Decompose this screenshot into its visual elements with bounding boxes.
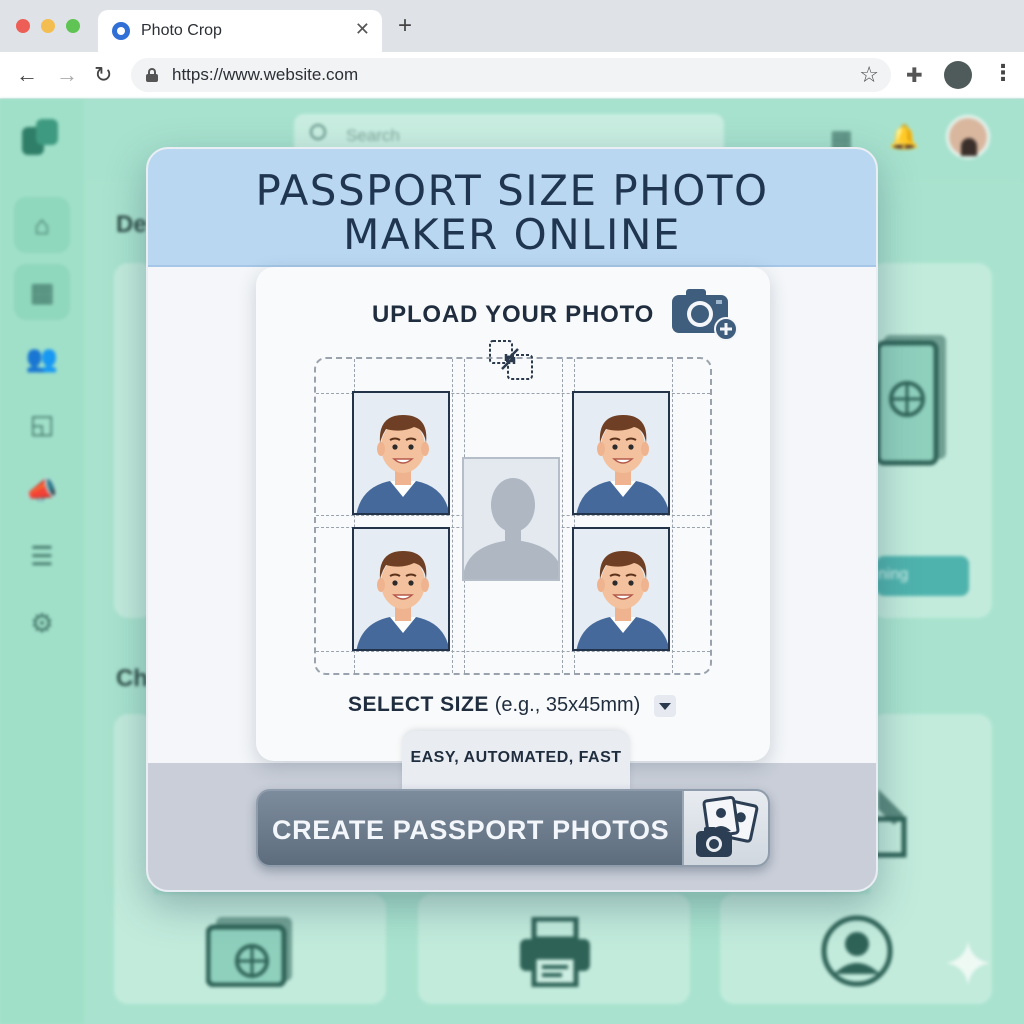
megaphone-icon[interactable]: 📣: [14, 462, 70, 518]
modal-title: PASSPORT SIZE PHOTO MAKER ONLINE: [148, 169, 876, 257]
back-button[interactable]: ←: [16, 62, 38, 88]
browser-tabbar: Photo Crop ✕ +: [0, 0, 1024, 52]
browser-tab[interactable]: Photo Crop ✕: [98, 10, 382, 52]
crop-icon[interactable]: ◱: [14, 396, 70, 452]
tagline: EASY, AUTOMATED, FAST: [410, 749, 622, 766]
passport-photo-modal: PASSPORT SIZE PHOTO MAKER ONLINE UPLOAD …: [146, 147, 878, 892]
camera-add-icon[interactable]: [670, 285, 738, 341]
users-icon[interactable]: 👥: [14, 330, 70, 386]
window-maximize-button[interactable]: [66, 19, 80, 33]
passport-photo[interactable]: [352, 527, 450, 651]
size-label: SELECT SIZE: [348, 693, 489, 716]
passport-icon: [876, 335, 946, 466]
section-heading-2: Ch: [116, 665, 148, 692]
edit-icon: [874, 789, 907, 858]
browser-toolbar: ← → ↻ https://www.website.com ☆: [0, 52, 1024, 99]
title-line-2: MAKER ONLINE: [343, 210, 681, 259]
url-text[interactable]: https://www.website.com: [172, 65, 358, 85]
create-passport-photos-button[interactable]: CREATE PASSPORT PHOTOS: [256, 789, 770, 867]
forward-button[interactable]: →: [56, 62, 78, 88]
search-placeholder: Search: [346, 126, 400, 145]
bell-icon[interactable]: 🔔: [889, 123, 919, 152]
sparkle-icon: [946, 941, 990, 985]
bookmark-star-icon[interactable]: ☆: [859, 62, 879, 88]
tagline-tab: EASY, AUTOMATED, FAST: [402, 731, 630, 791]
photos-camera-icon: [696, 795, 759, 857]
silhouette-icon: [464, 459, 558, 579]
portrait-illustration: [574, 393, 668, 513]
portrait-illustration: [574, 529, 668, 649]
portrait-illustration: [354, 393, 448, 513]
section-heading-1: De: [116, 211, 147, 238]
upload-label: UPLOAD YOUR PHOTO: [372, 301, 655, 328]
settings-icon[interactable]: ⚙: [14, 595, 70, 651]
modal-header: PASSPORT SIZE PHOTO MAKER ONLINE: [148, 149, 876, 267]
size-hint: (e.g., 35x45mm): [494, 694, 641, 716]
passport-photo[interactable]: [572, 391, 670, 515]
tab-title: Photo Crop: [141, 22, 222, 39]
folder-globe-icon: [206, 917, 292, 987]
home-icon[interactable]: ⌂: [14, 197, 70, 253]
passport-photo[interactable]: [572, 527, 670, 651]
size-selector[interactable]: SELECT SIZE (e.g., 35x45mm): [348, 693, 640, 717]
chevron-down-icon[interactable]: [654, 695, 676, 717]
extensions-icon[interactable]: ✚: [906, 63, 923, 88]
swap-arrows-icon[interactable]: [488, 339, 536, 381]
address-bar[interactable]: https://www.website.com ☆: [131, 58, 891, 92]
title-line-1: PASSPORT SIZE PHOTO: [255, 166, 769, 215]
search-icon: [310, 124, 326, 140]
portrait-illustration: [354, 529, 448, 649]
photo-placeholder[interactable]: [462, 457, 560, 581]
printer-icon: [520, 917, 590, 987]
profile-circle-icon: [821, 915, 893, 987]
list-icon[interactable]: ☰: [14, 528, 70, 584]
cta-icon-area: [682, 791, 768, 865]
cta-label: CREATE PASSPORT PHOTOS: [272, 815, 670, 845]
passport-photo[interactable]: [352, 391, 450, 515]
new-tab-button[interactable]: +: [398, 14, 412, 38]
browser-menu-icon[interactable]: ⋮: [992, 60, 1014, 86]
profile-avatar[interactable]: [944, 61, 972, 89]
app-sidebar: ⌂ ▦ 👥 ◱ 📣 ☰ ⚙: [0, 99, 84, 1024]
user-avatar[interactable]: [946, 115, 990, 159]
window-close-button[interactable]: [16, 19, 30, 33]
upload-card: UPLOAD YOUR PHOTO SELECT SIZE (e.g., 35x…: [256, 267, 770, 761]
window-minimize-button[interactable]: [41, 19, 55, 33]
favicon-icon: [112, 22, 130, 40]
card-action-button[interactable]: ning: [876, 556, 969, 596]
lock-icon: [146, 68, 158, 82]
reload-button[interactable]: ↻: [94, 62, 112, 88]
grid-icon[interactable]: ▦: [14, 264, 70, 320]
tab-close-icon[interactable]: ✕: [355, 19, 370, 40]
app-logo: [22, 119, 60, 157]
